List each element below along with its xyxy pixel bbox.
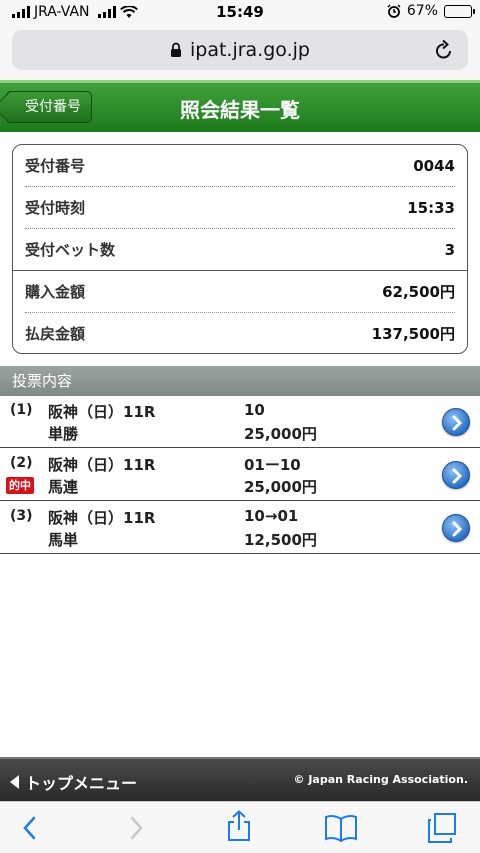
bet-row[interactable]: (3) 阪神（日）11R 馬単 10→01 12,500円 — [0, 502, 480, 554]
share-icon[interactable] — [226, 810, 252, 842]
bet-type: 馬単 — [48, 531, 79, 549]
bet-type: 馬連 — [48, 478, 79, 496]
bet-number: (1) — [10, 402, 33, 418]
detail-arrow-icon[interactable] — [442, 408, 470, 436]
forward-chevron-icon[interactable] — [126, 814, 146, 842]
detail-arrow-icon[interactable] — [442, 461, 470, 489]
tabs-icon[interactable] — [426, 812, 458, 844]
summary-value: 0044 — [413, 156, 455, 175]
bet-race: 阪神（日）11R — [48, 403, 156, 421]
page-header: 受付番号 照会結果一覧 — [0, 80, 480, 132]
summary-value: 62,500円 — [382, 283, 455, 301]
bet-row[interactable]: (2) 的中 阪神（日）11R 馬連 01ー10 25,000円 — [0, 449, 480, 501]
section-header: 投票内容 — [0, 366, 480, 396]
top-menu-label: トップメニュー — [25, 774, 138, 793]
summary-value: 137,500円 — [371, 325, 455, 343]
back-chevron-icon[interactable] — [20, 814, 40, 842]
back-triangle-icon — [10, 775, 19, 789]
bookmarks-icon[interactable] — [324, 814, 358, 842]
summary-label: 受付時刻 — [25, 199, 86, 217]
url-text: ipat.jra.go.jp — [190, 39, 310, 61]
summary-value: 15:33 — [407, 198, 455, 217]
summary-row-bet-count: 受付ベット数 3 — [25, 229, 455, 270]
summary-row-receipt-time: 受付時刻 15:33 — [25, 187, 455, 228]
status-right: 67% — [387, 3, 475, 19]
summary-label: 購入金額 — [25, 283, 86, 301]
bet-type: 単勝 — [48, 425, 79, 443]
reload-icon[interactable] — [434, 39, 454, 61]
summary-card: 受付番号 0044 受付時刻 15:33 受付ベット数 3 購入金額 62,50… — [12, 144, 468, 354]
alarm-icon — [387, 4, 401, 18]
copyright: © Japan Racing Association. — [293, 773, 469, 786]
browser-address-area: ipat.jra.go.jp — [0, 24, 480, 80]
bet-amount: 12,500円 — [244, 531, 317, 549]
bet-amount: 25,000円 — [244, 478, 317, 496]
site-footer: トップメニュー © Japan Racing Association. — [0, 757, 480, 801]
summary-row-purchase-amount: 購入金額 62,500円 — [25, 271, 455, 312]
summary-value: 3 — [444, 240, 455, 259]
summary-label: 受付番号 — [25, 157, 86, 175]
bet-race: 阪神（日）11R — [48, 456, 156, 474]
bet-amount: 25,000円 — [244, 425, 317, 443]
address-bar[interactable]: ipat.jra.go.jp — [12, 30, 468, 70]
bet-combination: 10 — [244, 401, 265, 419]
lock-icon — [171, 42, 181, 57]
bet-number: (2) — [10, 455, 33, 471]
bet-row[interactable]: (1) 阪神（日）11R 単勝 10 25,000円 — [0, 396, 480, 448]
hit-badge: 的中 — [6, 477, 34, 494]
battery-icon — [444, 4, 475, 18]
browser-toolbar — [0, 801, 480, 853]
detail-arrow-icon[interactable] — [442, 514, 470, 542]
page-title: 照会結果一覧 — [180, 98, 300, 122]
battery-percent: 67% — [406, 3, 438, 19]
bet-race: 阪神（日）11R — [48, 509, 156, 527]
summary-label: 受付ベット数 — [25, 241, 116, 259]
status-bar: JRA-VAN 15:49 67% — [0, 0, 480, 24]
top-menu-link[interactable]: トップメニュー — [10, 770, 137, 794]
bet-number: (3) — [10, 508, 33, 524]
summary-row-receipt-number: 受付番号 0044 — [25, 145, 455, 186]
bet-combination: 01ー10 — [244, 456, 301, 474]
summary-row-payout-amount: 払戻金額 137,500円 — [25, 313, 455, 353]
summary-label: 払戻金額 — [25, 325, 86, 343]
bet-combination: 10→01 — [244, 507, 299, 525]
